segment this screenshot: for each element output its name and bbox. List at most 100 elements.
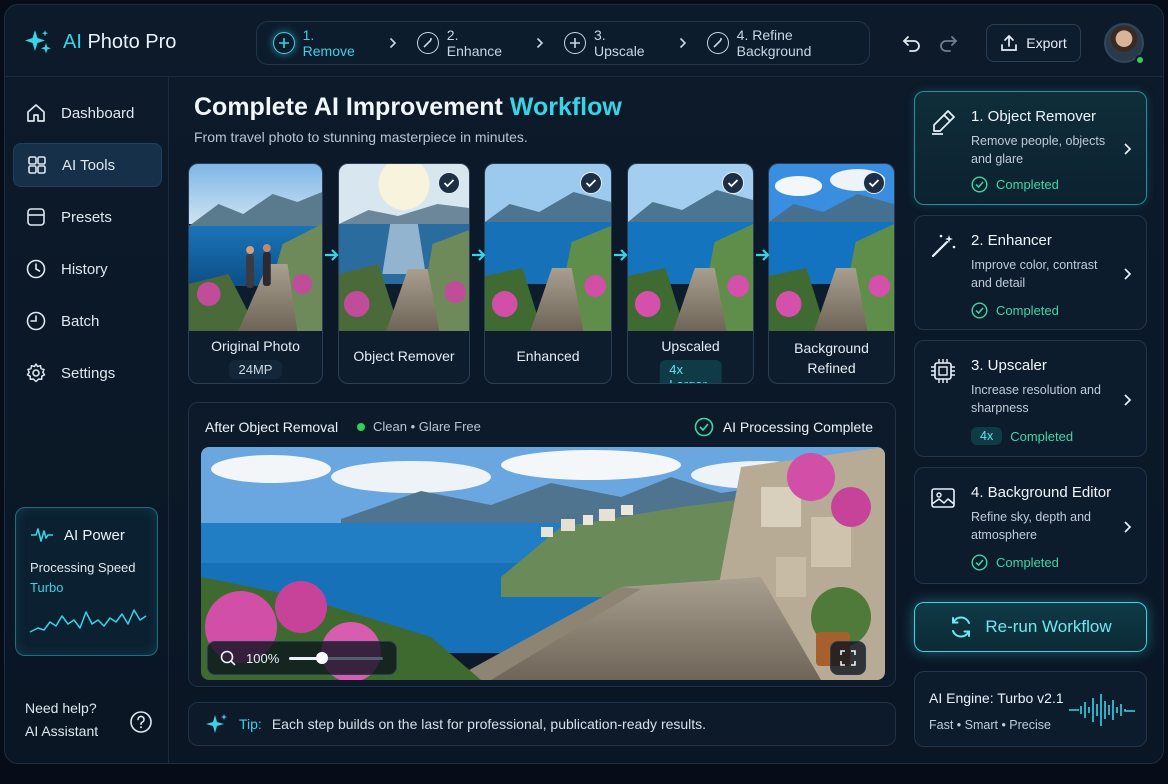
thumb-object-remover[interactable]: Object Remover	[338, 163, 470, 384]
tip-label: Tip:	[239, 716, 262, 732]
check-icon	[580, 172, 602, 194]
fullscreen-button[interactable]	[830, 641, 866, 675]
preview-status: Clean • Glare Free	[357, 419, 481, 434]
page-subtitle: From travel photo to stunning masterpiec…	[194, 129, 528, 145]
app-title-ai: AI	[63, 30, 82, 53]
tool-card-upscaler[interactable]: 3. Upscaler Increase resolution and shar…	[914, 340, 1147, 457]
processing-speed-label: Processing Speed	[30, 560, 136, 575]
app-title: AI Photo Pro	[63, 31, 176, 54]
home-icon	[27, 104, 45, 122]
tool-card-background-editor[interactable]: 4. Background Editor Refine sky, depth a…	[914, 467, 1147, 584]
step-refine-background[interactable]: 4. Refine Background	[707, 27, 869, 59]
help-section[interactable]: Need help? AI Assistant	[25, 697, 98, 743]
step-label: 4. Refine Background	[736, 27, 812, 59]
export-button[interactable]: Export	[986, 24, 1081, 62]
ai-power-label: AI Power	[64, 526, 125, 544]
tool-description: Refine sky, depth and atmosphere	[971, 510, 1091, 542]
sidebar-item-history[interactable]: History	[13, 247, 162, 291]
batch-icon	[26, 311, 46, 331]
step-label: 2. Enhance	[446, 27, 503, 59]
plus-circle-icon	[273, 32, 295, 54]
thumb-caption: Enhanced	[516, 348, 580, 364]
search-icon[interactable]	[220, 650, 236, 666]
scale-badge: 4x Larger	[659, 360, 722, 383]
tip-text: Each step builds on the last for profess…	[271, 716, 707, 732]
preview-title: After Object Removal	[205, 419, 339, 435]
engine-title: AI Engine: Turbo v2.1	[929, 690, 1064, 706]
image-icon	[931, 488, 955, 508]
header: AI Photo Pro 1. Remove 2. Enhance 3. Ups…	[5, 5, 1163, 77]
tool-description: Improve color, contrast and detail	[971, 258, 1098, 290]
check-circle-icon	[971, 554, 988, 571]
tool-description: Increase resolution and sharpness	[971, 383, 1101, 415]
processing-complete-text: AI Processing Complete	[722, 419, 873, 435]
tool-card-enhancer[interactable]: 2. Enhancer Improve color, contrast and …	[914, 215, 1147, 330]
tool-status-text: Completed	[996, 555, 1059, 570]
processing-complete: AI Processing Complete	[694, 417, 873, 437]
wand-circle-icon	[707, 32, 729, 54]
chevron-right-icon	[1124, 143, 1132, 155]
undo-icon[interactable]	[902, 35, 922, 53]
thumb-background-refined[interactable]: Background Refined	[768, 163, 895, 384]
sidebar-item-dashboard[interactable]: Dashboard	[13, 91, 162, 135]
preview-status-text: Clean • Glare Free	[373, 419, 481, 434]
original-photo-image	[189, 164, 322, 331]
thumb-enhanced[interactable]: Enhanced	[484, 163, 612, 384]
engine-subtitle: Fast • Smart • Precise	[929, 718, 1051, 732]
thumb-original[interactable]: Original Photo 24MP	[188, 163, 323, 384]
speed-waveform-icon	[29, 609, 147, 633]
tip-bar: Tip: Each step builds on the last for pr…	[188, 702, 896, 746]
sidebar-item-settings[interactable]: Settings	[13, 351, 162, 395]
redo-icon[interactable]	[938, 35, 958, 53]
magic-wand-icon	[931, 234, 956, 258]
thumb-caption: Upscaled	[661, 338, 720, 354]
zoom-slider-handle[interactable]	[316, 651, 329, 664]
arrow-right-icon	[472, 249, 486, 261]
help-title: Need help?	[25, 700, 97, 716]
tool-title: 1. Object Remover	[971, 108, 1097, 125]
ai-power-card: AI Power Processing Speed Turbo	[15, 507, 158, 656]
grid-icon	[28, 156, 46, 174]
zoom-slider[interactable]	[289, 651, 384, 664]
check-circle-icon	[971, 302, 988, 319]
tool-status-text: Completed	[1010, 428, 1074, 444]
sparkle-logo-icon	[25, 30, 51, 54]
brand[interactable]: AI Photo Pro	[23, 27, 176, 57]
export-label: Export	[1026, 35, 1067, 51]
sidebar-item-label: Settings	[61, 364, 116, 382]
rerun-label: Re-run Workflow	[985, 617, 1112, 636]
arrow-right-icon	[614, 249, 628, 261]
refresh-icon	[952, 616, 971, 638]
expand-icon	[840, 650, 856, 666]
tool-description: Remove people, objects and glare	[971, 134, 1106, 166]
page-title-highlight: Workflow	[509, 93, 622, 121]
sidebar-item-label: AI Tools	[62, 156, 116, 174]
online-status-dot	[1135, 55, 1145, 65]
gear-icon	[26, 363, 46, 383]
resolution-badge: 24MP	[228, 360, 283, 379]
sidebar-item-ai-tools[interactable]: AI Tools	[13, 143, 162, 187]
sparkle-icon	[206, 714, 227, 733]
sidebar-item-batch[interactable]: Batch	[13, 299, 162, 343]
scale-badge: 4x	[971, 427, 1003, 445]
step-upscale[interactable]: 3. Upscale	[564, 27, 659, 59]
question-icon[interactable]	[129, 710, 153, 734]
thumb-upscaled[interactable]: Upscaled 4x Larger	[627, 163, 754, 384]
tool-card-object-remover[interactable]: 1. Object Remover Remove people, objects…	[914, 91, 1147, 205]
page-title-main: Complete AI Improvement	[194, 93, 510, 121]
help-subtitle: AI Assistant	[25, 723, 99, 739]
arrow-right-icon	[325, 249, 339, 261]
chevron-right-icon	[389, 37, 397, 49]
thumb-caption: Original Photo	[211, 338, 300, 354]
rerun-workflow-button[interactable]: Re-run Workflow	[914, 602, 1147, 652]
step-enhance[interactable]: 2. Enhance	[417, 27, 516, 59]
step-remove[interactable]: 1. Remove	[273, 27, 369, 59]
check-circle-icon	[971, 176, 988, 193]
ai-engine-card: AI Engine: Turbo v2.1 Fast • Smart • Pre…	[914, 671, 1147, 747]
page-title: Complete AI Improvement Workflow	[194, 93, 622, 122]
check-icon	[863, 172, 885, 194]
sidebar-item-presets[interactable]: Presets	[13, 195, 162, 239]
thumb-caption: Object Remover	[353, 348, 455, 364]
check-icon	[438, 172, 460, 194]
sidebar: Dashboard AI Tools Presets History Batch…	[5, 77, 169, 763]
